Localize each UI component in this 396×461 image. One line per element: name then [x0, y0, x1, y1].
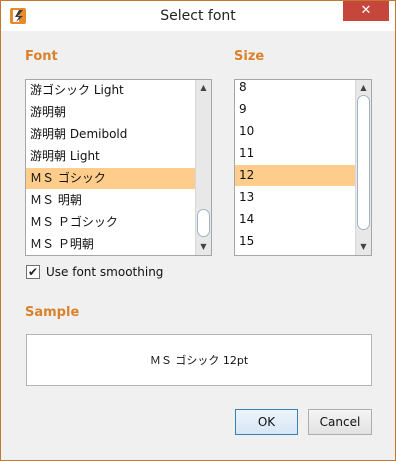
- sample-preview: ＭＳ ゴシック 12pt: [26, 334, 372, 386]
- scroll-thumb[interactable]: [357, 95, 370, 230]
- sample-text: ＭＳ ゴシック 12pt: [149, 354, 249, 367]
- font-list-item[interactable]: 游ゴシック Light: [26, 80, 196, 101]
- title-bar: Select font ✕: [1, 1, 395, 31]
- select-font-dialog: Select font ✕ Font Size 游ゴシック Light 游明朝 …: [0, 0, 396, 461]
- scroll-down-icon[interactable]: ▼: [196, 240, 211, 254]
- font-list[interactable]: 游ゴシック Light 游明朝 游明朝 Demibold 游明朝 Light Ｍ…: [25, 79, 212, 256]
- font-list-item[interactable]: ＭＳ 明朝: [26, 190, 196, 211]
- font-smoothing-checkbox[interactable]: ✔: [26, 265, 40, 279]
- size-list-scrollbar[interactable]: ▲ ▼: [355, 80, 371, 255]
- scroll-up-icon[interactable]: ▲: [356, 81, 371, 95]
- size-list-item[interactable]: 15: [235, 231, 356, 252]
- checkmark-icon: ✔: [27, 265, 39, 279]
- close-button[interactable]: ✕: [343, 1, 389, 21]
- font-list-item[interactable]: ＭＳ Ｐ明朝: [26, 234, 196, 255]
- ok-button[interactable]: OK: [235, 409, 298, 435]
- font-label: Font: [25, 49, 58, 64]
- sample-label: Sample: [25, 305, 80, 320]
- size-list-item[interactable]: 14: [235, 209, 356, 230]
- font-smoothing-label: Use font smoothing: [46, 265, 164, 279]
- size-list-item[interactable]: 8: [235, 80, 356, 98]
- cancel-button[interactable]: Cancel: [308, 409, 372, 435]
- size-list-item[interactable]: 10: [235, 121, 356, 142]
- size-list-item[interactable]: 13: [235, 187, 356, 208]
- window-title: Select font: [160, 8, 236, 24]
- size-list-item-selected[interactable]: 12: [235, 165, 356, 186]
- size-list-item[interactable]: 9: [235, 99, 356, 120]
- close-icon: ✕: [360, 3, 372, 18]
- font-list-item-selected[interactable]: ＭＳ ゴシック: [26, 168, 196, 189]
- scroll-thumb[interactable]: [197, 209, 210, 237]
- size-label: Size: [234, 49, 265, 64]
- font-list-scrollbar[interactable]: ▲ ▼: [195, 80, 211, 255]
- font-list-item[interactable]: ＭＳ Ｐゴシック: [26, 212, 196, 233]
- font-list-item[interactable]: 游明朝: [26, 102, 196, 123]
- font-list-item[interactable]: 游明朝 Light: [26, 146, 196, 167]
- font-list-item[interactable]: 游明朝 Demibold: [26, 124, 196, 145]
- scroll-down-icon[interactable]: ▼: [356, 240, 371, 254]
- scroll-up-icon[interactable]: ▲: [196, 81, 211, 95]
- size-list-item[interactable]: 11: [235, 143, 356, 164]
- size-list[interactable]: 8 9 10 11 12 13 14 15 ▲ ▼: [234, 79, 372, 256]
